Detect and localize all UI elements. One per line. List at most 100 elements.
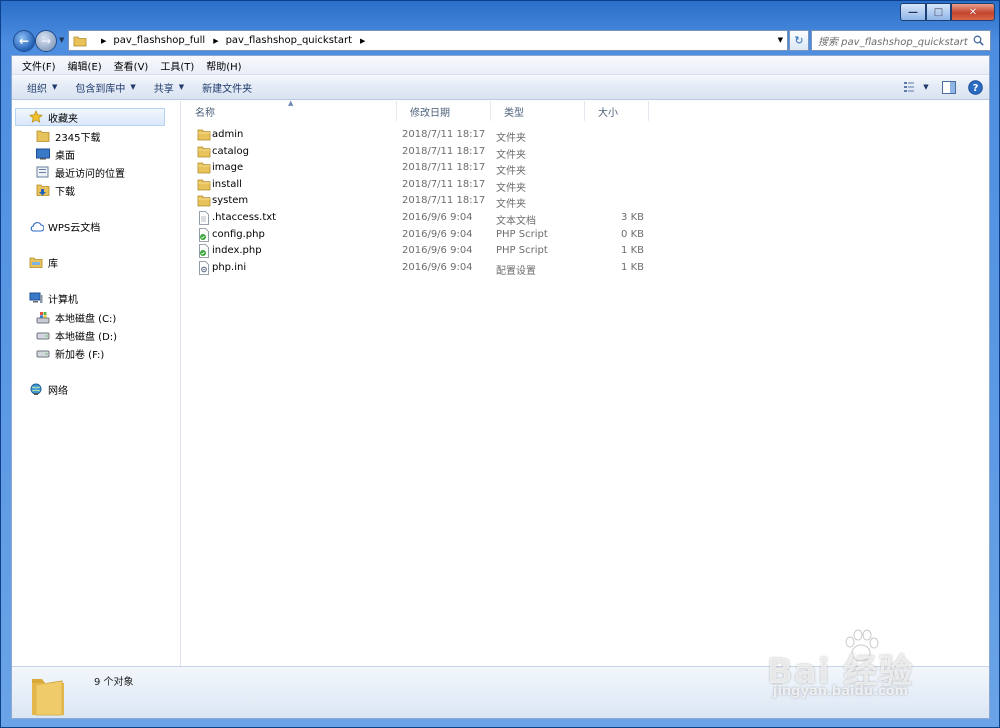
desktop-icon	[35, 147, 51, 161]
file-size: 0 KB	[621, 228, 644, 240]
nav-computer[interactable]: 计算机	[12, 289, 78, 307]
include-in-library-button[interactable]: 包含到库中 ▼	[66, 80, 144, 95]
file-name: catalog	[212, 145, 249, 157]
nav-wps-label: WPS云文档	[48, 222, 101, 234]
breadcrumb-separator-icon[interactable]: ▶	[360, 37, 365, 45]
file-date: 2018/7/11 18:17	[402, 162, 486, 174]
menu-help[interactable]: 帮助(H)	[200, 58, 247, 73]
include-in-library-label: 包含到库中	[75, 83, 126, 95]
explorer-window: — □ ✕ ← → ▼ ▶ pav_flashshop_full ▶ pav_f…	[0, 0, 1000, 728]
command-bar: 组织 ▼ 包含到库中 ▼ 共享 ▼ 新建文件夹 ▼ ?	[12, 75, 989, 100]
nav-library[interactable]: 库	[12, 253, 58, 271]
arrow-left-icon: ←	[18, 34, 30, 48]
nav-drive-d[interactable]: 本地磁盘 (D:)	[12, 326, 117, 344]
search-icon[interactable]	[973, 35, 984, 46]
folder-icon	[35, 129, 51, 143]
nav-item-desktop[interactable]: 桌面	[12, 145, 75, 163]
settings-file-icon	[199, 260, 209, 275]
chevron-down-icon: ▼	[130, 83, 136, 91]
menu-view[interactable]: 查看(V)	[108, 58, 155, 73]
table-row[interactable]: index.php 2016/9/6 9:04 PHP Script 1 KB	[182, 243, 989, 259]
table-row[interactable]: catalog 2018/7/11 18:17 文件夹	[182, 144, 989, 161]
search-input[interactable]: 搜索 pav_flashshop_quickstart	[811, 30, 991, 51]
nav-item-downloads[interactable]: 下载	[12, 181, 75, 199]
chevron-down-icon: ▼	[923, 83, 929, 91]
menu-edit[interactable]: 编辑(E)	[62, 58, 108, 73]
library-icon	[28, 255, 44, 269]
column-header-type[interactable]: 类型	[491, 101, 585, 121]
file-type: PHP Script	[496, 245, 548, 257]
refresh-button[interactable]: ↻	[789, 30, 809, 51]
nav-network[interactable]: 网络	[12, 380, 68, 398]
nav-item-label: 本地磁盘 (D:)	[55, 331, 118, 343]
table-row[interactable]: system 2018/7/11 18:17 文件夹	[182, 193, 989, 211]
breadcrumb-item[interactable]: pav_flashshop_quickstart	[226, 35, 352, 46]
view-dropdown-button[interactable]: ▼	[921, 79, 931, 95]
window-controls: — □ ✕	[900, 3, 995, 21]
organize-button[interactable]: 组织 ▼	[18, 80, 66, 95]
address-history-dropdown[interactable]: ▼	[778, 36, 783, 44]
table-row[interactable]: php.ini 2016/9/6 9:04 配置设置 1 KB	[182, 260, 989, 277]
file-date: 2016/9/6 9:04	[402, 245, 473, 257]
address-bar[interactable]: ▶ pav_flashshop_full ▶ pav_flashshop_qui…	[68, 30, 788, 51]
forward-button[interactable]: →	[35, 30, 57, 52]
table-row[interactable]: .htaccess.txt 2016/9/6 9:04 文本文档 3 KB	[182, 210, 989, 227]
nav-library-label: 库	[48, 258, 58, 270]
file-date: 2016/9/6 9:04	[402, 212, 473, 223]
table-row[interactable]: install 2018/7/11 18:17 文件夹	[182, 177, 989, 194]
breadcrumb-separator-icon[interactable]: ▶	[213, 37, 218, 45]
text-file-icon	[199, 211, 209, 225]
change-view-button[interactable]	[903, 79, 919, 95]
help-button[interactable]: ?	[967, 79, 983, 95]
breadcrumb-item[interactable]: pav_flashshop_full	[113, 35, 205, 46]
network-icon	[28, 382, 44, 396]
minimize-button[interactable]: —	[900, 3, 926, 21]
nav-item-2345-downloads[interactable]: 2345下载	[12, 127, 100, 145]
file-date: 2018/7/11 18:17	[402, 195, 486, 207]
nav-item-recent-places[interactable]: 最近访问的位置	[12, 163, 125, 181]
file-name: system	[212, 195, 249, 207]
recent-pages-dropdown[interactable]: ▼	[59, 36, 64, 44]
nav-favorites[interactable]: 收藏夹	[15, 108, 165, 126]
nav-drive-c[interactable]: 本地磁盘 (C:)	[12, 308, 116, 326]
maximize-button[interactable]: □	[926, 3, 951, 21]
nav-wps-cloud[interactable]: WPS云文档	[12, 217, 100, 235]
preview-pane-icon	[942, 80, 956, 94]
menu-file[interactable]: 文件(F)	[16, 58, 62, 73]
nav-item-label: 最近访问的位置	[55, 168, 125, 180]
nav-drive-f[interactable]: 新加卷 (F:)	[12, 344, 104, 362]
nav-item-label: 下载	[55, 186, 75, 198]
organize-label: 组织	[27, 83, 47, 95]
folder-icon	[32, 679, 64, 716]
new-folder-button[interactable]: 新建文件夹	[193, 80, 261, 95]
folder-icon	[197, 179, 211, 191]
title-bar[interactable]: — □ ✕	[1, 1, 1000, 27]
file-date: 2016/9/6 9:04	[402, 261, 473, 273]
column-header-name[interactable]: 名称 ▲	[182, 99, 397, 121]
close-button[interactable]: ✕	[951, 3, 995, 21]
file-name: php.ini	[212, 261, 247, 273]
folder-icon	[197, 195, 211, 207]
back-button[interactable]: ←	[13, 30, 35, 52]
share-button[interactable]: 共享 ▼	[145, 80, 193, 95]
table-row[interactable]: config.php 2016/9/6 9:04 PHP Script 0 KB	[182, 227, 989, 243]
menu-tools[interactable]: 工具(T)	[154, 58, 200, 73]
computer-icon	[28, 291, 44, 305]
file-name: install	[212, 178, 242, 190]
nav-computer-label: 计算机	[48, 294, 78, 306]
file-name: config.php	[212, 228, 265, 240]
file-size: 3 KB	[621, 212, 644, 223]
column-header-date[interactable]: 修改日期	[397, 101, 491, 121]
file-name: admin	[212, 129, 244, 140]
details-pane: 9 个对象	[12, 666, 989, 718]
maximize-icon: □	[933, 6, 944, 18]
table-row[interactable]: image 2018/7/11 18:17 文件夹	[182, 160, 989, 177]
preview-pane-button[interactable]	[941, 79, 957, 95]
file-type: 文件夹	[496, 199, 526, 211]
column-header-size[interactable]: 大小	[585, 101, 649, 121]
menu-bar: 文件(F) 编辑(E) 查看(V) 工具(T) 帮助(H)	[12, 56, 989, 75]
recent-places-icon	[35, 165, 51, 179]
breadcrumb-separator-icon[interactable]: ▶	[101, 37, 106, 45]
hard-drive-icon	[35, 346, 51, 360]
table-row[interactable]: admin 2018/7/11 18:17 文件夹	[182, 127, 989, 144]
